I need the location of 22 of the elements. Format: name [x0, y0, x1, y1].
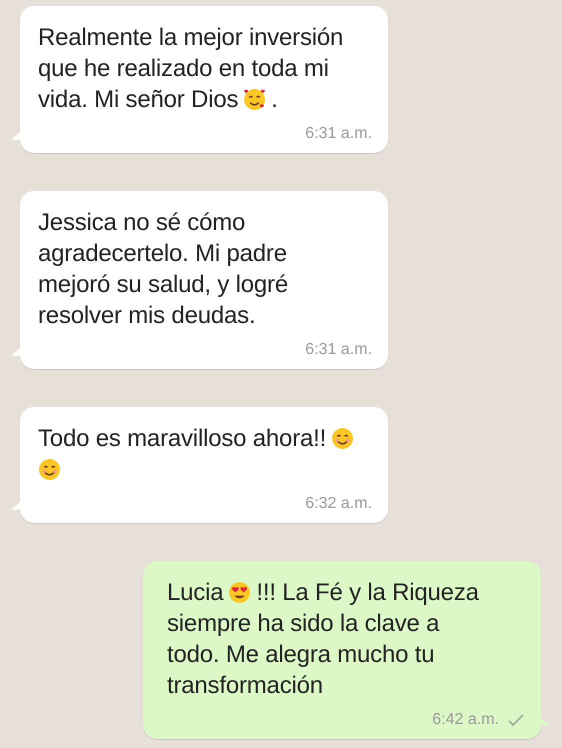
message-text: Lucia: [167, 578, 224, 608]
message-text: resolver mis deudas.: [38, 301, 256, 331]
message-text: agradecertelo. Mi padre: [38, 239, 287, 269]
message-text: Jessica no sé cómo: [38, 208, 246, 238]
message-time: 6:31 a.m.: [305, 125, 372, 143]
message-text: vida. Mi señor Dios: [38, 85, 238, 115]
heart-eyes-face-icon: [228, 581, 252, 604]
message-time: 6:32 a.m.: [305, 495, 372, 513]
message-text: todo. Me alegra mucho tu: [167, 640, 434, 670]
message-text: siempre ha sido la clave a: [167, 609, 440, 639]
message-time: 6:31 a.m.: [305, 341, 372, 359]
message-text: Todo es maravilloso ahora!!: [38, 424, 326, 454]
smiling-face-icon: [38, 458, 61, 481]
message-text: .: [271, 85, 278, 115]
smiling-face-with-hearts-icon: [243, 88, 266, 111]
message-text: que he realizado en toda mi: [38, 54, 329, 84]
message-time: 6:42 a.m.: [432, 711, 499, 729]
message-text: Realmente la mejor inversión: [38, 23, 344, 53]
message-text: transformación: [167, 671, 323, 701]
message-text: !!! La Fé y la Riqueza: [256, 578, 479, 608]
smiling-face-icon: [331, 427, 354, 450]
message-text: mejoró su salud, y logré: [38, 270, 288, 300]
